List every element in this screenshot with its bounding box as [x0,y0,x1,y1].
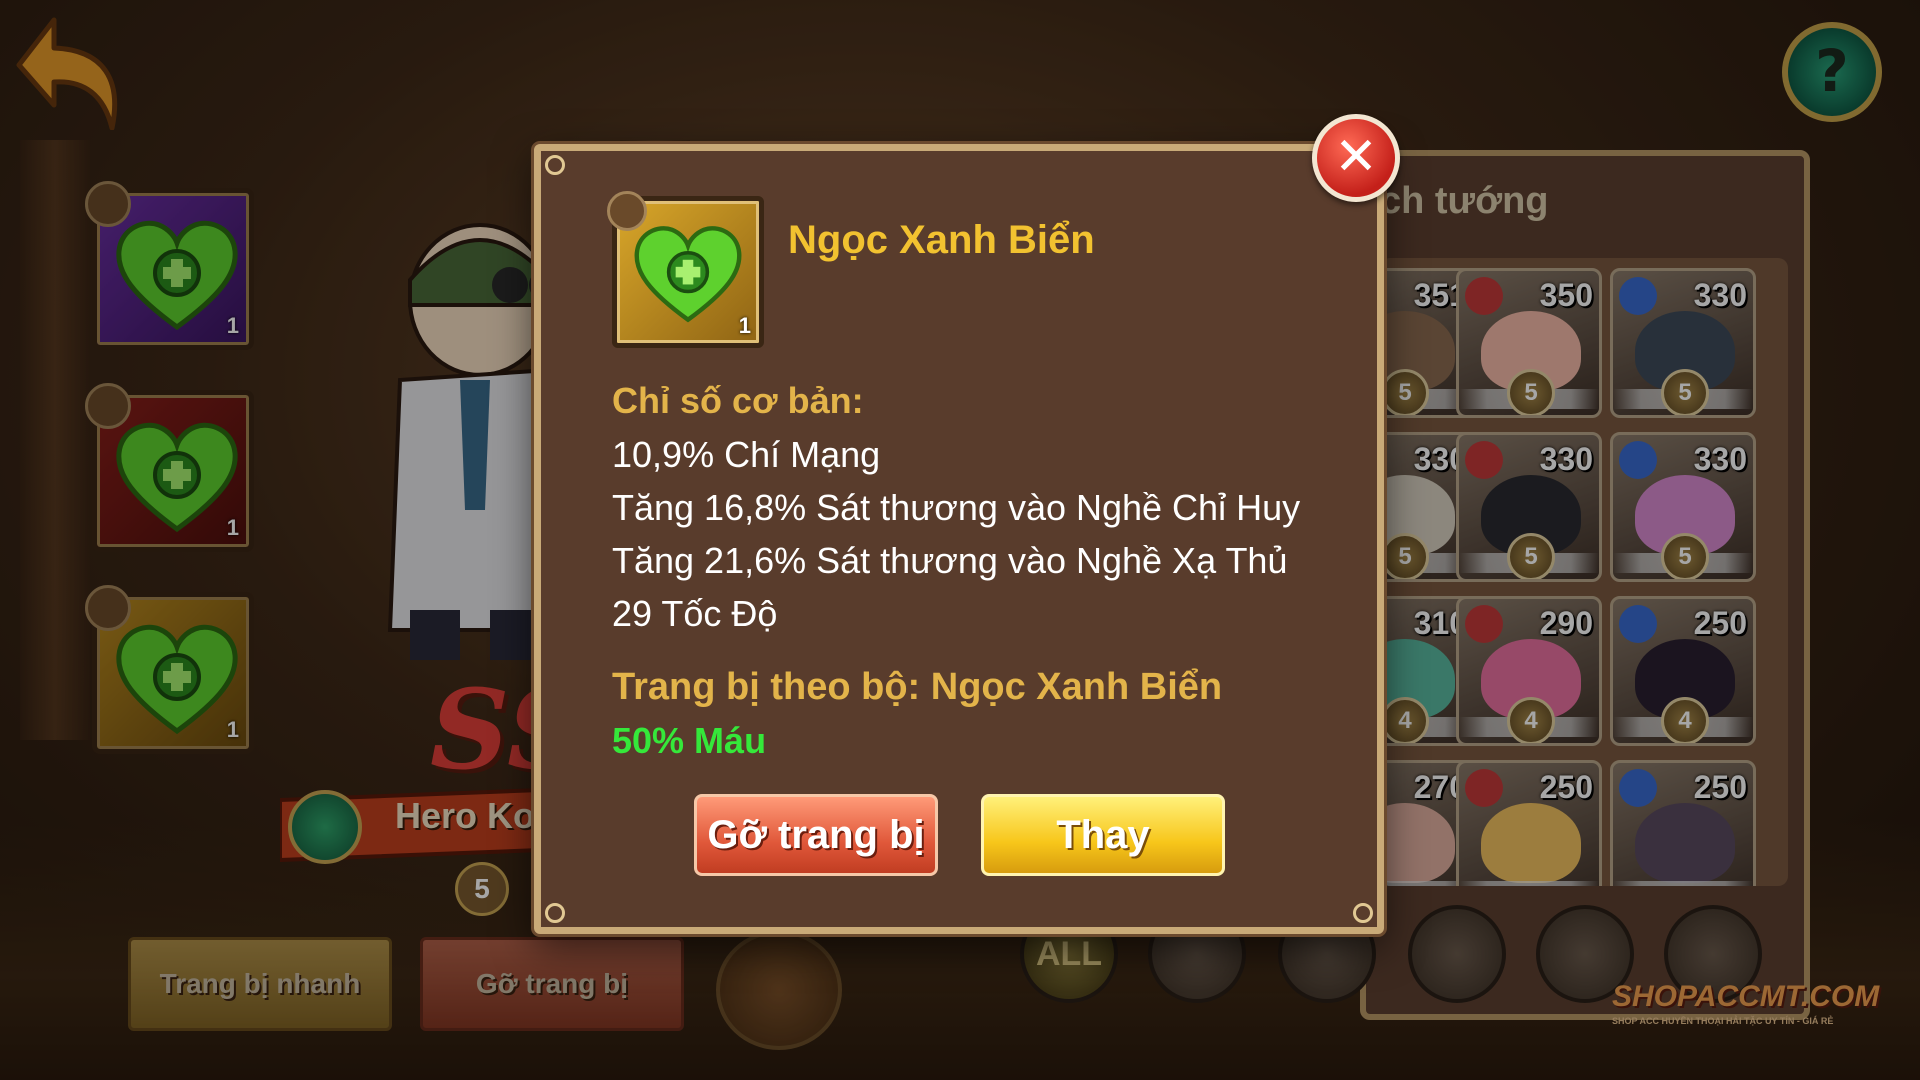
set-bonus: 50% Máu [612,720,767,761]
item-name: Ngọc Xanh Biển [788,218,1095,262]
item-count: 1 [738,313,751,338]
frame-corner [1353,903,1373,923]
close-button[interactable]: ✕ [1312,114,1400,202]
replace-button[interactable]: Thay [981,794,1225,876]
stat-line: Tăng 16,8% Sát thương vào Nghề Chỉ Huy [612,487,1301,528]
green-heart-gem-icon [634,226,742,323]
stat-line: 10,9% Chí Mạng [612,434,881,475]
stat-line: Tăng 21,6% Sát thương vào Nghề Xạ Thủ [612,540,1288,581]
unequip-button[interactable]: Gỡ trang bị [694,794,938,876]
item-icon: 1 [607,191,764,348]
set-label: Trang bị theo bộ: Ngọc Xanh Biển [612,666,1223,708]
base-stats-label: Chỉ số cơ bản: [612,380,864,421]
frame-corner [545,155,565,175]
stat-line: 29 Tốc Độ [612,593,778,634]
frame-corner [545,903,565,923]
